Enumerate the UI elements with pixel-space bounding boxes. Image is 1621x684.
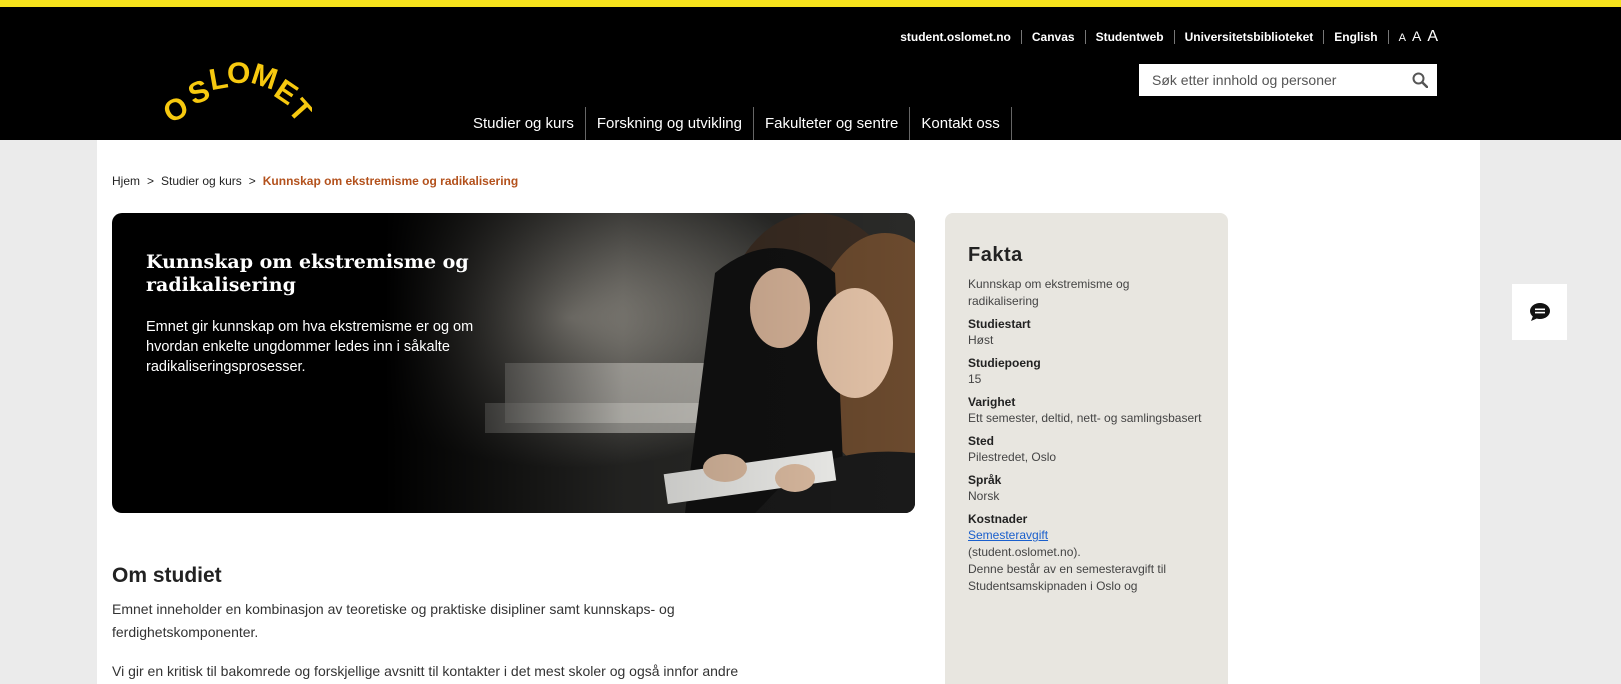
facts-title: Fakta (968, 244, 1023, 266)
facts-sprak-value: Norsk (968, 489, 1000, 503)
breadcrumb-separator: > (147, 174, 155, 188)
facts-studiestart-value: Høst (968, 333, 994, 347)
hero-banner: Kunnskap om ekstremisme og radikaliserin… (112, 213, 915, 513)
link-studentweb[interactable]: Studentweb (1086, 30, 1175, 44)
search-input[interactable] (1139, 64, 1403, 96)
breadcrumb-current: Kunnskap om ekstremisme og radikaliserin… (262, 174, 519, 188)
semesteravgift-link[interactable]: Semesteravgift (968, 528, 1048, 542)
hero-lead: Emnet gir kunnskap om hva ekstremisme er… (146, 319, 474, 375)
facts-intro: Kunnskap om ekstremisme og radikaliserin… (968, 277, 1130, 308)
main-navigation: Studier og kurs Forskning og utvikling F… (462, 107, 1012, 141)
about-paragraph-2: Vi gir en kritisk til bakomrede og forsk… (112, 663, 739, 679)
kostnader-note-1: (student.oslomet.no). (968, 545, 1081, 559)
facts-sted-value: Pilestredet, Oslo (968, 450, 1057, 464)
utility-links: student.oslomet.no Canvas Studentweb Uni… (900, 28, 1438, 46)
link-canvas[interactable]: Canvas (1022, 30, 1086, 44)
facts-varighet-value: Ett semester, deltid, nett- og samlingsb… (968, 411, 1202, 425)
section-title-om-studiet: Om studiet (112, 564, 222, 587)
font-size-medium[interactable]: A (1412, 28, 1421, 44)
breadcrumb-parent[interactable]: Studier og kurs (161, 174, 242, 188)
facts-studiestart-label: Studiestart (968, 317, 1031, 331)
facts-kostnader-label: Kostnader (968, 512, 1028, 526)
link-universitetsbiblioteket[interactable]: Universitetsbiblioteket (1175, 30, 1325, 44)
top-accent-bar (0, 0, 1621, 7)
chat-button[interactable] (1512, 284, 1567, 340)
nav-studier-og-kurs[interactable]: Studier og kurs (462, 107, 586, 141)
search-box (1139, 64, 1437, 96)
oslomet-logo[interactable]: O S L O M E T (162, 55, 312, 125)
facts-studiepoeng-label: Studiepoeng (968, 356, 1041, 370)
breadcrumb: Hjem > Studier og kurs > Kunnskap om eks… (112, 174, 518, 188)
link-student-oslomet[interactable]: student.oslomet.no (900, 30, 1022, 44)
about-paragraph: Emnet inneholder en kombinasjon av teore… (112, 601, 675, 640)
site-header: O S L O M E T student.oslomet.no Canvas … (0, 7, 1621, 141)
font-size-large[interactable]: A (1427, 28, 1438, 46)
hero-title: Kunnskap om ekstremisme og radikaliserin… (146, 251, 469, 296)
facts-studiepoeng-value: 15 (968, 372, 982, 386)
facts-box: Fakta Kunnskap om ekstremisme og radikal… (945, 213, 1228, 684)
font-size-toggles: A A A (1389, 28, 1438, 46)
breadcrumb-separator: > (248, 174, 256, 188)
facts-sted-label: Sted (968, 434, 995, 448)
font-size-small[interactable]: A (1399, 32, 1406, 44)
breadcrumb-home[interactable]: Hjem (112, 174, 140, 188)
nav-fakulteter-og-sentre[interactable]: Fakulteter og sentre (754, 107, 911, 141)
svg-text:O: O (227, 57, 250, 90)
nav-kontakt-oss[interactable]: Kontakt oss (910, 107, 1012, 141)
nav-forskning-og-utvikling[interactable]: Forskning og utvikling (586, 107, 754, 141)
facts-varighet-label: Varighet (968, 395, 1016, 409)
facts-kostnader-value: Semesteravgift (student.oslomet.no). Den… (968, 527, 1204, 595)
search-icon[interactable] (1403, 64, 1437, 96)
chat-icon (1529, 303, 1550, 321)
facts-sprak-label: Språk (968, 473, 1002, 487)
link-english[interactable]: English (1324, 30, 1389, 44)
kostnader-note-2: Denne består av en semesteravgift til St… (968, 562, 1167, 593)
